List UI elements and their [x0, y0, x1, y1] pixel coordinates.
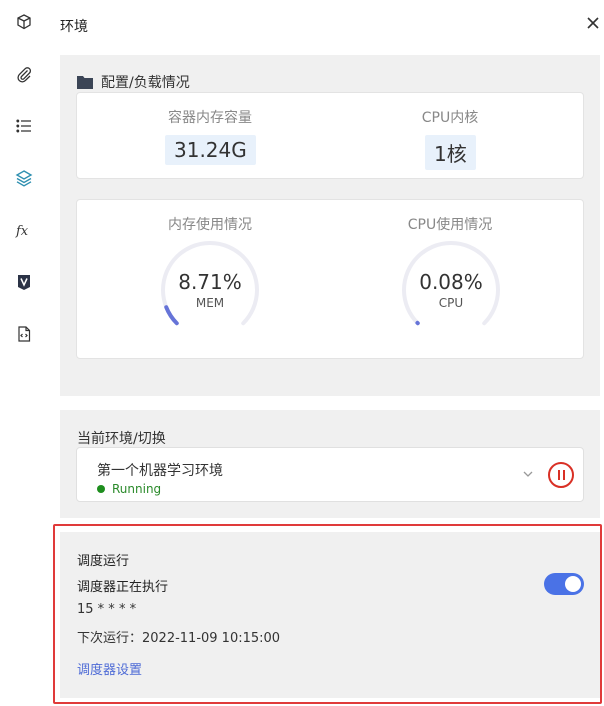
sidebar-v-button[interactable] [10, 268, 38, 296]
chevron-down-icon [523, 471, 533, 477]
scheduler-title: 调度运行 [77, 554, 130, 569]
memory-capacity-value: 31.24G [165, 135, 256, 165]
cpu-usage-percent: 0.08% [419, 270, 483, 294]
scheduler-settings-link[interactable]: 调度器设置 [77, 659, 142, 678]
sidebar-function-button[interactable]: fx [10, 216, 38, 244]
cpu-cores-value: 1核 [425, 135, 476, 170]
v-badge-icon [18, 275, 30, 290]
list-icon [16, 119, 31, 133]
sidebar-environment-button[interactable] [10, 164, 38, 192]
scheduler-running-text: 调度器正在执行 [77, 580, 169, 595]
environment-section-title: 当前环境/切换 [77, 431, 166, 447]
memory-usage-label: 内存使用情况 [168, 217, 252, 233]
environment-status-text: Running [112, 482, 162, 496]
scheduler-toggle[interactable] [544, 573, 584, 595]
memory-usage-percent: 8.71% [178, 270, 242, 294]
scheduler-cron: 15 * * * * [77, 602, 137, 617]
pause-environment-button[interactable] [548, 462, 574, 488]
memory-capacity-label: 容器内存容量 [168, 110, 252, 126]
cpu-usage-sublabel: CPU [438, 296, 464, 310]
config-section-header: 配置/负载情况 [77, 72, 190, 92]
panel-title: 环境 [60, 19, 88, 35]
environment-select[interactable]: 第一个机器学习环境 Running [76, 447, 584, 502]
sidebar-list-button[interactable] [10, 112, 38, 140]
environment-status: Running [97, 482, 161, 496]
close-icon [587, 17, 599, 29]
scheduler-next-run: 下次运行：2022-11-09 10:15:00 [77, 631, 281, 646]
close-button[interactable] [582, 12, 604, 34]
sidebar-code-file-button[interactable] [10, 320, 38, 348]
status-dot-icon [97, 485, 105, 493]
memory-usage-sublabel: MEM [195, 296, 225, 310]
environment-name: 第一个机器学习环境 [97, 463, 223, 479]
sidebar-cube-button[interactable] [10, 8, 38, 36]
code-file-icon [18, 326, 31, 342]
svg-text:fx: fx [15, 224, 29, 239]
cpu-cores-label: CPU内核 [421, 110, 479, 126]
config-section-title: 配置/负载情况 [101, 75, 190, 91]
sidebar-attachment-button[interactable] [10, 60, 38, 88]
toggle-knob [565, 576, 581, 592]
left-sidebar: fx [0, 0, 48, 706]
layers-icon [15, 170, 33, 187]
paperclip-icon [17, 67, 32, 83]
resource-card [76, 92, 584, 179]
cpu-usage-label: CPU使用情况 [407, 217, 493, 233]
folder-icon [77, 76, 93, 89]
function-icon: fx [15, 224, 29, 239]
cube-icon [17, 14, 31, 30]
pause-icon [557, 470, 565, 480]
